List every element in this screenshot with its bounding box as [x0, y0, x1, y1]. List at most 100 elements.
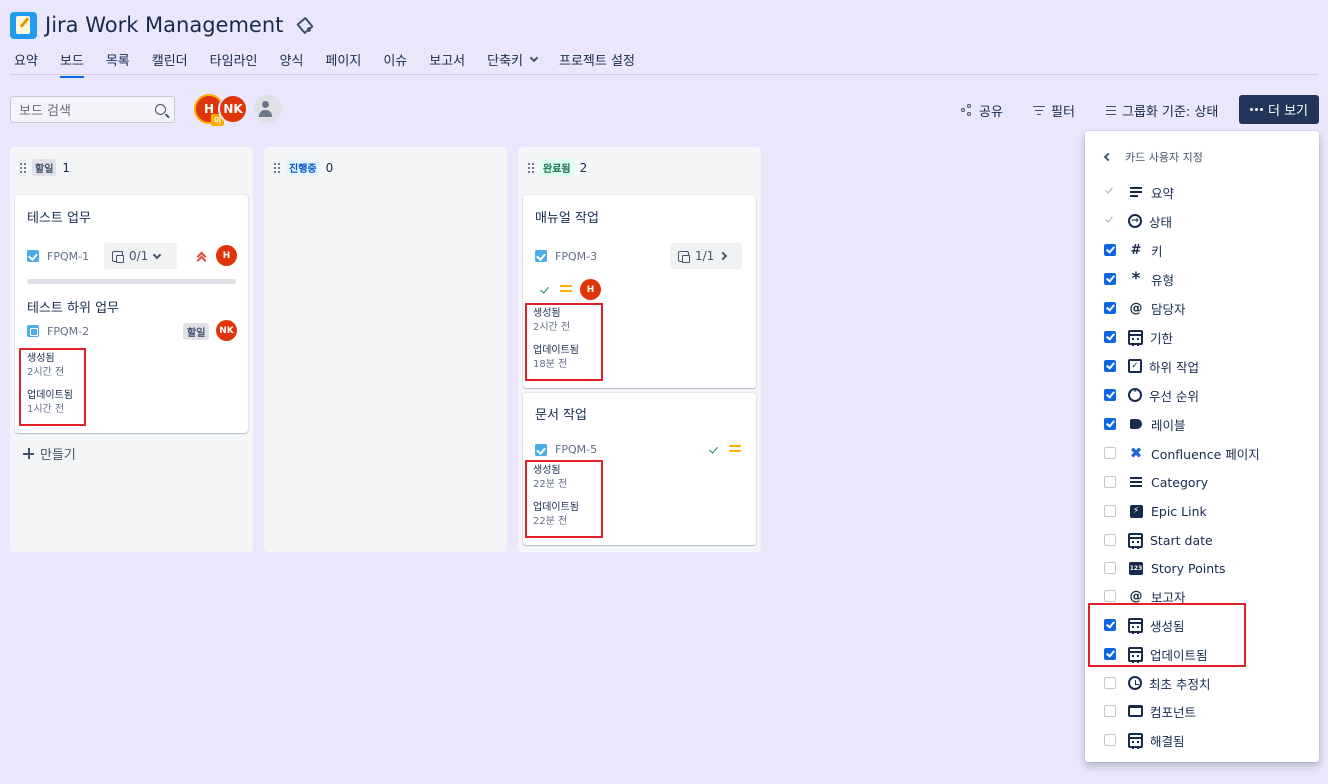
field-label: 키 — [1151, 243, 1163, 259]
more-button[interactable]: 더 보기 — [1239, 95, 1319, 124]
column-header: 진행중 0 — [274, 159, 333, 176]
field-checkbox[interactable] — [1104, 331, 1116, 343]
field-checkbox[interactable] — [1104, 389, 1116, 401]
tab-pages[interactable]: 페이지 — [325, 48, 361, 77]
status-lozenge: 완료됨 — [540, 159, 574, 176]
chevron-down-icon — [153, 250, 162, 259]
subtask-status-lozenge[interactable]: 할일 — [183, 323, 210, 340]
field-checkbox[interactable] — [1104, 476, 1116, 488]
column-count: 2 — [579, 160, 588, 175]
card-title: 문서 작업 — [535, 408, 587, 423]
paint-bucket-icon[interactable] — [297, 18, 312, 32]
card-field-option[interactable]: 123 Story Points — [1104, 559, 1226, 577]
card-field-option[interactable]: Category — [1104, 473, 1208, 491]
card-field-option[interactable]: @ 담당자 — [1104, 299, 1186, 317]
field-checkbox[interactable] — [1104, 505, 1116, 517]
child-issues-button[interactable]: 1/1 — [670, 243, 742, 269]
drag-handle-icon[interactable] — [274, 162, 280, 173]
field-checkbox[interactable] — [1104, 418, 1116, 430]
create-issue-button[interactable]: 만들기 — [23, 444, 76, 463]
field-label: 레이블 — [1151, 417, 1186, 433]
card-field-option[interactable]: * 유형 — [1104, 269, 1175, 289]
subtask-key: FPQM-2 — [47, 325, 90, 338]
share-icon — [961, 104, 973, 116]
field-checkbox[interactable] — [1104, 534, 1116, 546]
chevron-left-icon[interactable] — [1103, 152, 1113, 162]
search-placeholder: 보드 검색 — [19, 104, 71, 119]
field-checkbox[interactable] — [1104, 677, 1116, 689]
field-checkbox[interactable] — [1104, 734, 1116, 746]
tab-project-settings[interactable]: 프로젝트 설정 — [559, 48, 635, 77]
card-customize-panel: 카드 사용자 지정 요약 → 상태 # 키 * 유형 @ 담당자 기한 ✓ 하위 작업 ˄ 우선 순위 레이… — [1085, 131, 1319, 762]
updated-value: 18분 전 — [533, 359, 568, 370]
card-fpqm-3[interactable]: 매뉴얼 작업 FPQM-3 1/1 H 생성됨 2시간 전 업데이트됨 18분 … — [523, 195, 756, 388]
field-checkbox[interactable] — [1104, 273, 1116, 285]
field-checkbox[interactable] — [1104, 705, 1116, 717]
board-search-input[interactable]: 보드 검색 — [10, 96, 175, 123]
field-checkbox[interactable] — [1104, 562, 1116, 574]
field-label: 해결됨 — [1150, 733, 1185, 749]
avatar-nk[interactable]: NK — [218, 94, 248, 124]
field-checkbox[interactable] — [1104, 244, 1116, 256]
card-field-option[interactable]: 최초 추정치 — [1104, 674, 1210, 692]
group-by-button[interactable]: 그룹화 기준: 상태 — [1106, 97, 1218, 123]
subtask-title[interactable]: 테스트 하위 업무 — [27, 297, 119, 316]
share-label: 공유 — [979, 104, 1003, 120]
created-label: 생성됨 — [27, 353, 55, 364]
calendar-icon — [1128, 732, 1143, 749]
card-field-option[interactable]: 기한 — [1104, 328, 1173, 346]
share-button[interactable]: 공유 — [961, 97, 1003, 123]
card-field-option[interactable]: ✖ Confluence 페이지 — [1104, 444, 1260, 462]
issue-key: FPQM-3 — [555, 250, 598, 263]
more-label: 더 보기 — [1267, 104, 1308, 119]
card-field-option[interactable]: ✓ 하위 작업 — [1104, 357, 1199, 375]
card-fpqm-1[interactable]: 테스트 업무 FPQM-1 0/1 H 테스트 하위 업무 FPQM-2 할일 … — [15, 195, 248, 433]
created-value: 2시간 전 — [27, 367, 65, 378]
card-title: 테스트 업무 — [27, 211, 91, 226]
field-checkbox[interactable] — [1104, 360, 1116, 372]
card-field-option[interactable]: 해결됨 — [1104, 731, 1185, 749]
tab-issues[interactable]: 이슈 — [383, 48, 407, 77]
tab-timeline[interactable]: 타임라인 — [210, 48, 258, 77]
tab-board[interactable]: 보드 — [59, 48, 84, 78]
add-people-icon[interactable] — [254, 95, 282, 123]
field-label: Start date — [1150, 532, 1213, 548]
drag-handle-icon[interactable] — [20, 162, 26, 173]
card-field-option[interactable]: # 키 — [1104, 241, 1163, 259]
field-label: 유형 — [1151, 272, 1175, 288]
field-checkbox[interactable] — [1104, 590, 1116, 602]
status-arrow-icon: → — [1128, 214, 1142, 228]
highlight-box — [1088, 603, 1246, 667]
card-field-option[interactable]: ˄ 우선 순위 — [1104, 386, 1199, 404]
card-field-option[interactable]: ⚡ Epic Link — [1104, 502, 1207, 520]
field-label: Epic Link — [1151, 503, 1207, 519]
subtask-assignee-avatar[interactable]: NK — [216, 320, 237, 341]
child-issues-button[interactable]: 0/1 — [104, 243, 177, 269]
tab-calendar[interactable]: 캘린더 — [152, 48, 188, 77]
card-field-option[interactable]: 레이블 — [1104, 415, 1186, 433]
field-checkbox — [1104, 215, 1116, 227]
assignee-avatar[interactable]: H — [216, 245, 237, 266]
create-label: 만들기 — [40, 448, 76, 463]
created-label: 생성됨 — [533, 308, 561, 319]
field-checkbox[interactable] — [1104, 302, 1116, 314]
at-icon: @ — [1129, 588, 1143, 604]
filter-icon — [1033, 105, 1045, 115]
child-progress-bar — [27, 279, 236, 284]
tab-shortcuts[interactable]: 단축키 — [487, 48, 539, 77]
tab-forms[interactable]: 양식 — [280, 48, 304, 77]
drag-handle-icon[interactable] — [528, 162, 534, 173]
assignee-avatar[interactable]: H — [580, 279, 601, 300]
filter-button[interactable]: 필터 — [1033, 97, 1075, 123]
card-field-option[interactable]: 컴포넌트 — [1104, 702, 1196, 720]
subtask-icon: ✓ — [1128, 359, 1142, 373]
issue-key: FPQM-5 — [555, 443, 598, 456]
card-field-option[interactable]: Start date — [1104, 531, 1213, 549]
tab-summary[interactable]: 요약 — [14, 48, 38, 77]
tab-reports[interactable]: 보고서 — [429, 48, 465, 77]
field-checkbox[interactable] — [1104, 447, 1116, 459]
tab-list[interactable]: 목록 — [106, 48, 130, 77]
card-fpqm-5[interactable]: 문서 작업 FPQM-5 생성됨 22분 전 업데이트됨 22분 전 — [523, 393, 756, 545]
panel-header[interactable]: 카드 사용자 지정 — [1103, 149, 1203, 165]
field-label: Story Points — [1151, 560, 1226, 576]
